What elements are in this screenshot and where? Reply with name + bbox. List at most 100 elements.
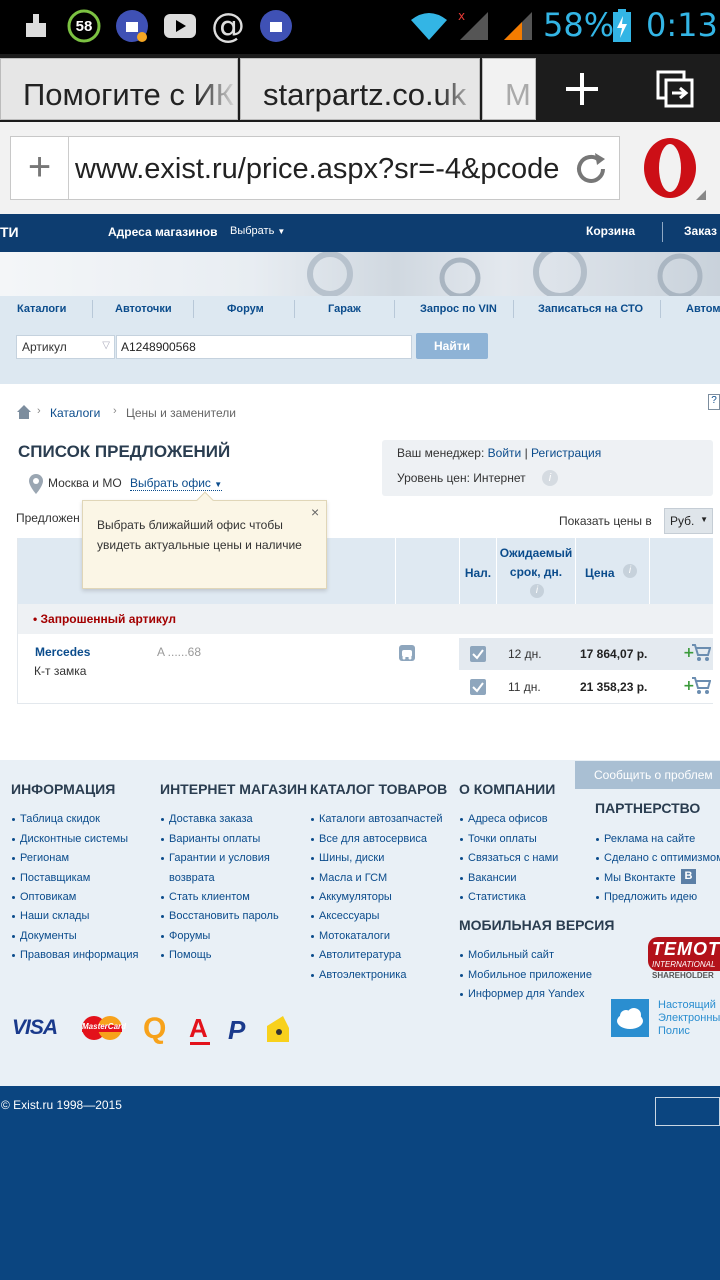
footer-link[interactable]: Правовая информация (20, 949, 138, 961)
footer-link[interactable]: Наши склады (20, 910, 89, 922)
checkbox-checked-icon[interactable] (470, 646, 486, 662)
register-link[interactable]: Регистрация (531, 446, 601, 460)
info-icon[interactable]: i (542, 470, 558, 486)
footer-link[interactable]: Реклама на сайте (604, 833, 695, 845)
manager-label: Ваш менеджер: Войти | Регистрация (397, 446, 602, 460)
url-field[interactable]: www.exist.ru/price.aspx?sr=-4&pcode (75, 153, 567, 189)
footer-link[interactable]: Автоэлектроника (319, 969, 406, 981)
orders-link[interactable]: Заказ (684, 224, 717, 238)
footer-link[interactable]: Варианты оплаты (169, 833, 260, 845)
offer-row-1[interactable]: 12 дн. 17 864,07 р. + (459, 638, 713, 670)
footer-link[interactable]: Шины, диски (319, 852, 384, 864)
footer-link[interactable]: Мобильное приложение (468, 969, 592, 981)
col-price: Цена (585, 566, 615, 580)
home-icon[interactable] (16, 404, 32, 420)
footer-link[interactable]: Форумы (169, 930, 210, 942)
tab-0[interactable]: Помогите с ИК (0, 58, 238, 120)
footer-col-title: ИНТЕРНЕТ МАГАЗИН (160, 781, 308, 797)
nav-autopoints[interactable]: Автоточки (115, 303, 172, 315)
footer-link[interactable]: Оптовикам (20, 891, 76, 903)
breadcrumb-catalogs[interactable]: Каталоги (50, 406, 100, 420)
footer-link[interactable]: Масла и ГСМ (319, 872, 387, 884)
usb-debug-icon (114, 8, 150, 44)
search-type-select[interactable]: Артикул ▽ (16, 335, 115, 359)
info-icon[interactable]: i (530, 584, 544, 598)
copyright-band (0, 1086, 720, 1280)
footer-link[interactable]: Дисконтные системы (20, 833, 128, 845)
footer-link[interactable]: Аксессуары (319, 910, 379, 922)
nav-auto-more[interactable]: Автоме (686, 303, 720, 315)
close-icon[interactable]: × (311, 504, 319, 520)
nav-vin-request[interactable]: Запрос по VIN (420, 303, 497, 315)
footer-link[interactable]: Помощь (169, 949, 212, 961)
chevron-down-icon: ▼ (214, 480, 223, 489)
add-to-cart-icon[interactable]: + (683, 642, 712, 662)
help-icon[interactable]: ? (708, 394, 720, 410)
footer-link[interactable]: Все для автосервиса (319, 833, 427, 845)
footer-link[interactable]: Аккумуляторы (319, 891, 392, 903)
footer-link[interactable]: Мобильный сайт (468, 949, 554, 961)
item-brand[interactable]: Mercedes (35, 645, 90, 659)
checkbox-checked-icon[interactable] (470, 679, 486, 695)
col-expected-line1: Ожидаемый (499, 546, 573, 560)
tab-2-active[interactable]: M (482, 58, 536, 120)
choose-office-link[interactable]: Выбрать офис ▼ (130, 476, 223, 491)
new-tab-button[interactable] (540, 58, 624, 120)
footer-link[interactable]: Информер для Yandex (468, 988, 584, 1000)
mastercard-logo: MasterCard (80, 1015, 126, 1041)
footer-link[interactable]: Мы Вконтакте (604, 872, 676, 884)
svg-text:+: + (683, 645, 695, 661)
reload-icon[interactable] (569, 147, 613, 191)
offers-label: Предложен (16, 511, 80, 525)
footer-link[interactable]: Адреса офисов (468, 813, 548, 825)
opera-menu-icon[interactable] (636, 134, 708, 204)
signal-sim1-icon: x (456, 8, 492, 44)
currency-select[interactable]: Руб. ▼ (664, 508, 713, 534)
footer-link[interactable]: Точки оплаты (468, 833, 537, 845)
footer-link[interactable]: Таблица скидок (20, 813, 100, 825)
tab-switcher-button[interactable] (636, 58, 720, 120)
cloud-icon[interactable] (611, 999, 649, 1037)
footer-link[interactable]: Мотокаталоги (319, 930, 390, 942)
footer-link[interactable]: Сделано с оптимизмом (604, 852, 720, 864)
footer-link[interactable]: Вакансии (468, 872, 517, 884)
stores-link[interactable]: Адреса магазинов (108, 225, 217, 239)
nav-garage[interactable]: Гараж (328, 303, 361, 315)
footer-link[interactable]: Предложить идею (604, 891, 697, 903)
temot-logo[interactable]: TEMOT INTERNATIONAL SHAREHOLDER (648, 937, 720, 985)
tab-1[interactable]: starpartz.co.uk (240, 58, 480, 120)
footer-link[interactable]: Каталоги автозапчастей (319, 813, 442, 825)
vk-icon[interactable]: B (681, 869, 696, 884)
usb-icon (258, 8, 294, 44)
report-problem-button[interactable]: Сообщить о проблем (575, 761, 720, 789)
footer-link[interactable]: возврата (169, 872, 215, 884)
breadcrumb-current: Цены и заменители (126, 406, 236, 420)
nav-service-booking[interactable]: Записаться на СТО (538, 303, 643, 315)
requested-article-row: • Запрошенный артикул (17, 604, 713, 634)
nav-catalogs[interactable]: Каталоги (17, 303, 66, 315)
footer-link[interactable]: Связаться с нами (468, 852, 558, 864)
footer-link[interactable]: Статистика (468, 891, 526, 903)
footer-link[interactable]: Восстановить пароль (169, 910, 279, 922)
search-input[interactable]: A1248900568 (116, 335, 412, 359)
offer-row-2[interactable]: 11 дн. 21 358,23 р. + (459, 671, 713, 703)
footer-link[interactable]: Регионам (20, 852, 69, 864)
col-expected-line2: срок, дн. (509, 565, 563, 579)
footer-link[interactable]: Поставщикам (20, 872, 90, 884)
add-to-cart-icon[interactable]: + (683, 675, 712, 695)
tabs-switch-icon (656, 70, 694, 108)
footer-link[interactable]: Автолитература (319, 949, 401, 961)
login-link[interactable]: Войти (488, 446, 522, 460)
info-icon[interactable]: i (623, 564, 637, 578)
find-button[interactable]: Найти (416, 333, 488, 359)
cart-link[interactable]: Корзина (586, 224, 635, 238)
site-banner (0, 252, 720, 296)
footer-link[interactable]: Доставка заказа (169, 813, 253, 825)
footer-link[interactable]: Стать клиентом (169, 891, 250, 903)
speed-dial-plus-icon[interactable]: + (11, 137, 69, 199)
choose-city-link[interactable]: Выбрать ▼ (230, 225, 285, 237)
footer-link[interactable]: Гарантии и условия (169, 852, 270, 864)
tab-label: starpartz.co.uk (263, 77, 467, 112)
nav-forum[interactable]: Форум (227, 303, 264, 315)
footer-link[interactable]: Документы (20, 930, 77, 942)
